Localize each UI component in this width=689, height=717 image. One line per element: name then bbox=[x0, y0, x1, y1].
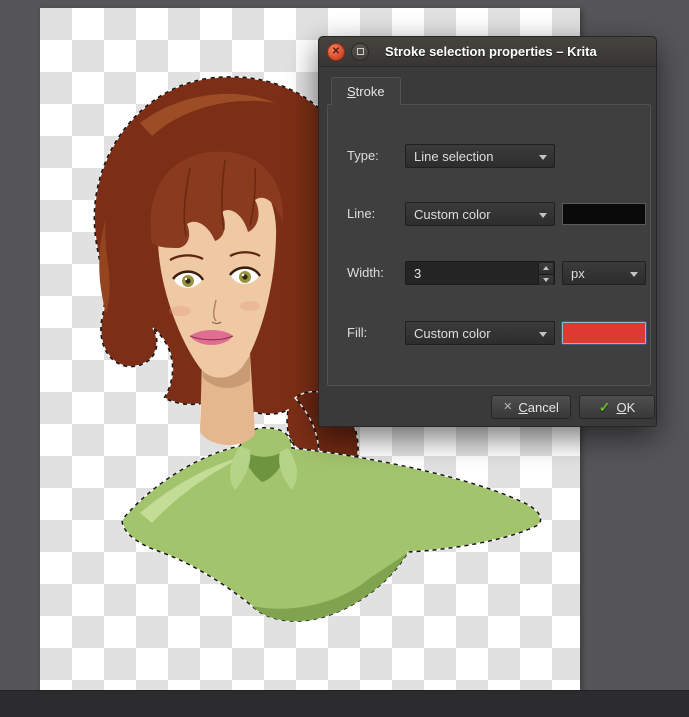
chevron-down-icon bbox=[539, 213, 547, 218]
width-row: Width: 3 px bbox=[328, 261, 650, 285]
spin-down-button[interactable] bbox=[538, 274, 553, 285]
line-dropdown-value: Custom color bbox=[414, 206, 491, 222]
type-row: Type: Line selection bbox=[328, 144, 650, 168]
line-color-swatch[interactable] bbox=[562, 203, 646, 225]
unit-dropdown[interactable]: px bbox=[562, 261, 646, 285]
tab-stroke-accel: S bbox=[347, 84, 356, 99]
width-spin-buttons bbox=[538, 263, 553, 285]
cancel-x-icon: ✕ bbox=[503, 400, 513, 413]
type-label: Type: bbox=[347, 148, 379, 163]
width-value: 3 bbox=[414, 265, 422, 281]
ok-button[interactable]: ✓ OK bbox=[579, 395, 655, 419]
stroke-tab-pane: Type: Line selection Line: Custom color … bbox=[327, 104, 651, 386]
unit-dropdown-value: px bbox=[571, 265, 585, 281]
stroke-selection-dialog: ✕ Stroke selection properties – Krita St… bbox=[318, 36, 657, 427]
chevron-down-icon bbox=[539, 332, 547, 337]
fill-dropdown[interactable]: Custom color bbox=[405, 321, 555, 345]
line-label: Line: bbox=[347, 206, 376, 221]
status-bar bbox=[0, 690, 689, 717]
ok-check-icon: ✓ bbox=[598, 399, 611, 415]
line-dropdown[interactable]: Custom color bbox=[405, 202, 555, 226]
maximize-icon[interactable] bbox=[351, 42, 369, 61]
fill-label: Fill: bbox=[347, 325, 368, 340]
maximize-glyph bbox=[356, 48, 364, 55]
type-dropdown[interactable]: Line selection bbox=[405, 144, 555, 168]
tab-stroke-rest: troke bbox=[355, 84, 385, 99]
line-row: Line: Custom color bbox=[328, 202, 650, 226]
fill-dropdown-value: Custom color bbox=[414, 325, 491, 341]
cancel-button-label: Cancel bbox=[518, 399, 559, 415]
ok-button-label: OK bbox=[616, 399, 636, 415]
tab-stroke[interactable]: Stroke bbox=[331, 77, 401, 105]
spin-down-icon bbox=[543, 277, 549, 282]
fill-color-swatch[interactable] bbox=[562, 322, 646, 344]
krita-window: ✕ Stroke selection properties – Krita St… bbox=[0, 0, 689, 717]
width-spinbox[interactable]: 3 bbox=[405, 261, 555, 285]
close-icon[interactable]: ✕ bbox=[327, 42, 345, 61]
spin-up-button[interactable] bbox=[538, 263, 553, 275]
dialog-titlebar[interactable]: ✕ Stroke selection properties – Krita bbox=[319, 37, 656, 67]
chevron-down-icon bbox=[539, 155, 547, 160]
dialog-title: Stroke selection properties – Krita bbox=[385, 44, 597, 59]
cancel-button[interactable]: ✕ Cancel bbox=[491, 395, 571, 419]
type-dropdown-value: Line selection bbox=[414, 148, 494, 164]
chevron-down-icon bbox=[630, 272, 638, 277]
width-label: Width: bbox=[347, 265, 384, 280]
fill-row: Fill: Custom color bbox=[328, 321, 650, 345]
spin-up-icon bbox=[543, 266, 549, 271]
